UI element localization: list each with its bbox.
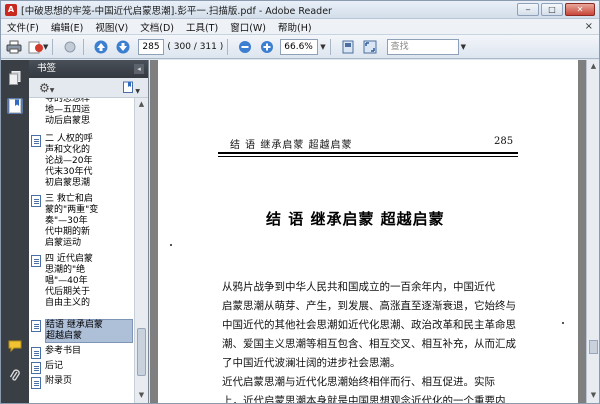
bookmark-list: 寻的思想样 地—五四运 动后启蒙思 二 人权的呼 声和文化的 论战—20年 代末… xyxy=(29,98,135,403)
app-window: A [中破思想的牢笼-中国近代启蒙思潮].彭平一.扫描版.pdf - Adobe… xyxy=(0,0,600,404)
body-line: 近代启蒙思潮与近代化思潮始终相伴而行、相互促进。实际 xyxy=(222,376,495,388)
toolbar-divider xyxy=(83,38,85,55)
body-line: 启蒙思潮从萌芽、产生，到发展、高涨直至逐渐衰退，它始终与 xyxy=(222,300,516,312)
bookmarks-scrollbar[interactable]: ▲ ▼ xyxy=(134,98,148,403)
bookmark-page-icon xyxy=(31,135,41,147)
print-icon[interactable] xyxy=(5,38,23,56)
chapter-title: 结 语 继承启蒙 超越启蒙 xyxy=(266,210,445,228)
attachments-icon[interactable] xyxy=(7,368,23,384)
menu-edit[interactable]: 编辑(E) xyxy=(45,20,89,34)
body-line: 中国近代的其他社会思潮如近代化思潮、政治改革和民主革命思 xyxy=(222,319,516,331)
bookmark-label: 结语 继承启蒙 超越启蒙 xyxy=(45,319,133,343)
bookmark-item[interactable]: 寻的思想样 地—五四运 动后启蒙思 xyxy=(45,98,133,127)
page-count-label: ( 300 / 311 ) xyxy=(167,41,224,52)
scrollbar-thumb[interactable] xyxy=(589,340,598,354)
document-view[interactable]: 结 语 继承启蒙 超越启蒙 285 结 语 继承启蒙 超越启蒙 从鸦片战争到中华… xyxy=(150,60,586,403)
bookmarks-toolbar: ⚙▼ ▼ xyxy=(29,78,148,98)
body-line: 了中国近代波澜壮阔的进步社会思潮。 xyxy=(222,357,401,369)
chevron-down-icon[interactable]: ▼ xyxy=(43,43,48,51)
bookmarks-panel-header: 书签 ◂ xyxy=(29,60,148,78)
body-line: 从鸦片战争到中华人民共和国成立的一百余年内，中国近代 xyxy=(222,281,495,293)
bookmark-label: 附录页 xyxy=(45,376,73,386)
scroll-down-icon[interactable]: ▼ xyxy=(137,391,146,400)
bookmarks-icon[interactable] xyxy=(7,98,23,114)
chevron-down-icon[interactable]: ▼ xyxy=(320,43,325,51)
full-screen-icon[interactable] xyxy=(361,38,379,56)
collapse-panel-icon[interactable]: ◂ xyxy=(134,64,144,74)
bookmark-page-icon xyxy=(31,195,41,207)
scan-speck xyxy=(562,322,564,324)
bookmark-label: 三 救亡和启 蒙的"两重"变 奏"—30年 代中期的新 启蒙运动 xyxy=(45,194,99,248)
bookmark-page-icon xyxy=(31,320,41,332)
bookmark-label: 二 人权的呼 声和文化的 论战—20年 代末30年代 初启蒙思潮 xyxy=(45,134,93,188)
bookmark-page-icon xyxy=(31,255,41,267)
scrollbar-thumb[interactable] xyxy=(137,328,146,376)
next-page-icon[interactable] xyxy=(114,38,132,56)
comments-icon[interactable] xyxy=(7,338,23,354)
bookmark-label: 参考书目 xyxy=(45,346,82,356)
title-bar: A [中破思想的牢笼-中国近代启蒙思潮].彭平一.扫描版.pdf - Adobe… xyxy=(1,1,599,19)
minimize-button[interactable]: ‒ xyxy=(517,3,539,16)
pdf-page: 结 语 继承启蒙 超越启蒙 285 结 语 继承启蒙 超越启蒙 从鸦片战争到中华… xyxy=(158,60,578,403)
running-head: 结 语 继承启蒙 超越启蒙 xyxy=(230,140,353,151)
panel-title: 书签 xyxy=(37,63,57,74)
document-scrollbar[interactable]: ▲ ▼ xyxy=(586,60,599,403)
bookmark-label: 寻的思想样 地—五四运 动后启蒙思 xyxy=(45,98,91,126)
close-button[interactable]: ✕ xyxy=(565,3,595,16)
bookmark-item[interactable]: 三 救亡和启 蒙的"两重"变 奏"—30年 代中期的新 启蒙运动 xyxy=(31,194,133,249)
bookmark-label: 后记 xyxy=(45,361,64,371)
hand-icon[interactable] xyxy=(61,38,79,56)
menu-document[interactable]: 文档(D) xyxy=(134,20,180,34)
body-line: 潮、爱国主义思潮等相互包含、相互交叉、相互补充，从而汇成 xyxy=(222,338,516,350)
fit-page-icon[interactable] xyxy=(339,38,357,56)
bookmark-page-icon xyxy=(31,377,41,389)
body-line: 上，近代启蒙思潮本身就是中国思想观念近代化的一个重要内 xyxy=(222,395,506,403)
bookmark-page-icon xyxy=(31,347,41,359)
menu-help[interactable]: 帮助(H) xyxy=(272,20,318,34)
scroll-up-icon[interactable]: ▲ xyxy=(589,62,598,71)
bookmarks-panel: 书签 ◂ ⚙▼ ▼ 寻的思想样 地—五四运 动后启蒙思 二 人权的呼 声和文化的… xyxy=(29,60,149,403)
bookmark-label: 四 近代启蒙 思潮的"绝 唱"—40年 代后期关于 自由主义的 xyxy=(45,254,93,308)
toolbar-divider xyxy=(329,38,331,55)
chevron-down-icon[interactable]: ▼ xyxy=(461,43,466,51)
toolbar-divider xyxy=(227,38,229,55)
zoom-out-icon[interactable] xyxy=(236,38,254,56)
gear-icon[interactable]: ⚙▼ xyxy=(39,81,54,95)
navigation-rail xyxy=(1,60,29,403)
page-number-input[interactable]: 285 xyxy=(138,38,165,55)
prev-page-icon[interactable] xyxy=(92,38,110,56)
menu-tools[interactable]: 工具(T) xyxy=(180,20,224,34)
search-input[interactable]: 查找 xyxy=(386,38,459,55)
bookmark-item[interactable]: 四 近代启蒙 思潮的"绝 唱"—40年 代后期关于 自由主义的 xyxy=(31,254,133,309)
menu-file[interactable]: 文件(F) xyxy=(1,20,45,34)
toolbar: ▼ 285 ( 300 / 311 ) 66.6% ▼ 查找 ▼ xyxy=(1,35,599,59)
scroll-up-icon[interactable]: ▲ xyxy=(137,100,146,109)
new-bookmark-icon[interactable]: ▼ xyxy=(123,81,140,96)
adobe-reader-icon: A xyxy=(5,3,17,16)
maximize-button[interactable]: □ xyxy=(541,3,563,16)
zoom-level-select[interactable]: 66.6% xyxy=(280,38,319,55)
bookmark-item-selected[interactable]: 结语 继承启蒙 超越启蒙 xyxy=(31,319,133,343)
scroll-down-icon[interactable]: ▼ xyxy=(589,391,598,400)
bookmark-item[interactable]: 附录页 xyxy=(31,376,133,389)
document-close-icon[interactable]: × xyxy=(585,21,593,32)
toolbar-divider xyxy=(52,38,54,55)
running-page-number: 285 xyxy=(494,136,514,147)
header-rule xyxy=(218,152,518,154)
bookmark-item[interactable]: 后记 xyxy=(31,361,133,374)
bookmark-item[interactable]: 参考书目 xyxy=(31,346,133,359)
bookmark-page-icon xyxy=(31,362,41,374)
zoom-in-icon[interactable] xyxy=(258,38,276,56)
menu-bar: 文件(F) 编辑(E) 视图(V) 文档(D) 工具(T) 窗口(W) 帮助(H… xyxy=(1,19,599,35)
pages-icon[interactable] xyxy=(7,70,23,86)
bookmark-item[interactable]: 二 人权的呼 声和文化的 论战—20年 代末30年代 初启蒙思潮 xyxy=(31,134,133,189)
scan-speck xyxy=(170,244,172,246)
menu-view[interactable]: 视图(V) xyxy=(89,20,134,34)
menu-window[interactable]: 窗口(W) xyxy=(224,20,272,34)
header-rule xyxy=(218,156,518,157)
window-title: [中破思想的牢笼-中国近代启蒙思潮].彭平一.扫描版.pdf - Adobe R… xyxy=(21,5,332,17)
